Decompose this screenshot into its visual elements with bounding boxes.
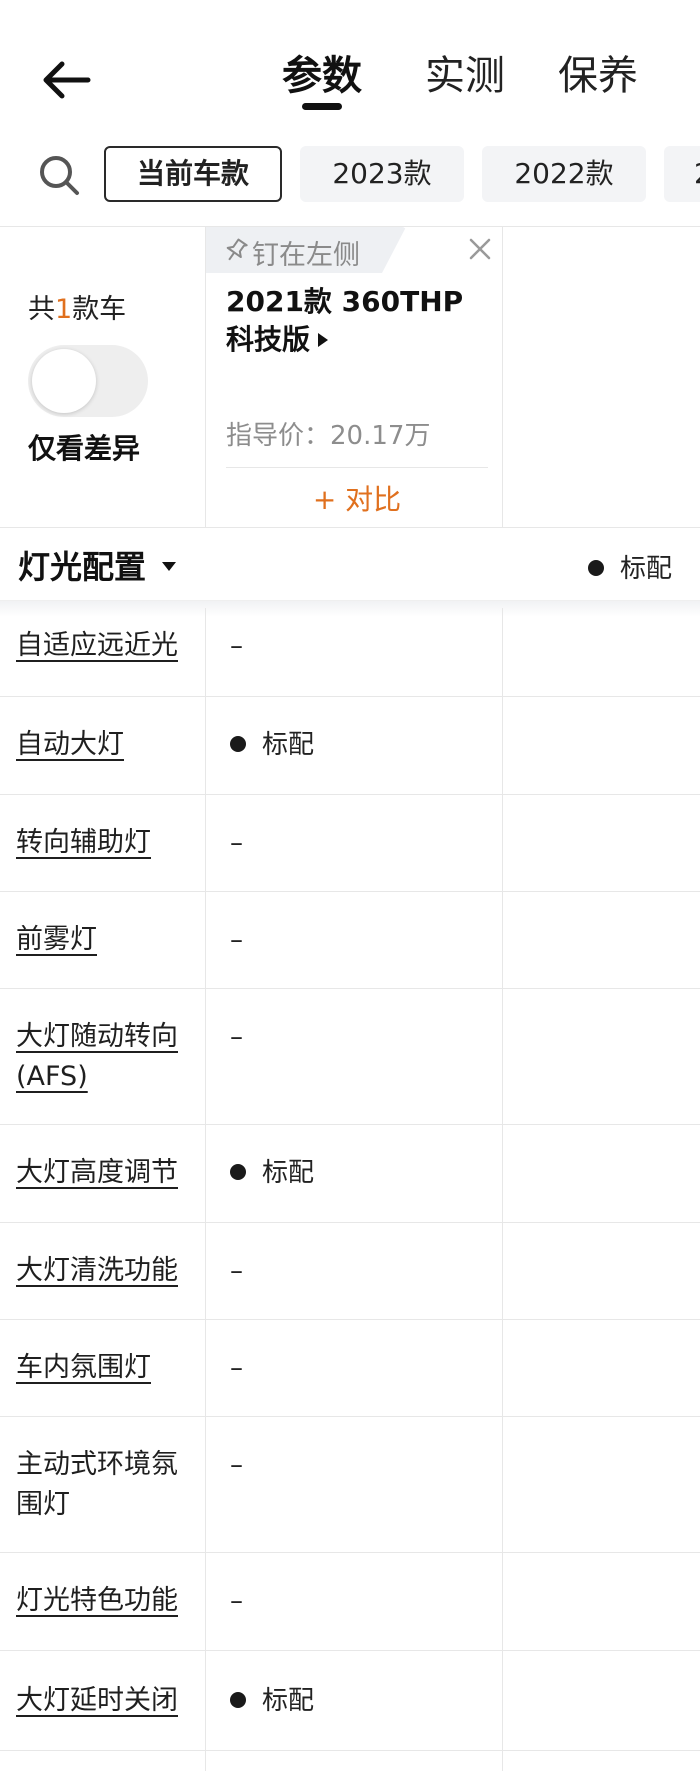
standard-dot-icon [230, 736, 246, 752]
spec-name[interactable]: 自动大灯 [16, 725, 191, 765]
chip-2022[interactable]: 2022款 [482, 146, 646, 202]
chip-partial[interactable]: 2 [664, 146, 700, 202]
spec-name[interactable]: 大灯清洗功能 [16, 1251, 191, 1291]
spec-value: – [230, 1586, 243, 1616]
car-model-name[interactable]: 2021款 360THP 科技版 [226, 283, 488, 359]
car-header: 共1款车 仅看差异 钉在左侧 2021款 360THP 科技版 指导价：20.1… [0, 227, 700, 528]
tab-measured[interactable]: 实测 [425, 48, 505, 104]
spec-value: – [230, 1450, 243, 1480]
spec-name[interactable]: 车内氛围灯 [16, 1348, 191, 1388]
top-nav: 参数 实测 保养 [0, 0, 700, 140]
spec-value: 标配 [230, 1681, 314, 1721]
spec-value: 标配 [230, 1153, 314, 1193]
table-row: 转向辅助灯 – [0, 795, 700, 892]
table-row: 大灯清洗功能 – [0, 1223, 700, 1320]
toggle-knob [32, 349, 96, 413]
year-filter-bar: 当前车款 2023款 2022款 2 [0, 140, 700, 227]
standard-dot-icon [230, 1692, 246, 1708]
pin-left-button[interactable]: 钉在左侧 [206, 227, 406, 273]
section-title[interactable]: 灯光配置 [18, 542, 146, 588]
diff-only-toggle[interactable] [28, 345, 148, 417]
chip-current-model[interactable]: 当前车款 [104, 146, 282, 202]
table-row: 自适应远近光 – [0, 608, 700, 697]
spec-table: 自适应远近光 – 自动大灯 标配 转向辅助灯 – 前雾灯 – 大灯随动转向(AF… [0, 608, 700, 1771]
spec-value: – [230, 925, 243, 955]
spec-value: – [230, 828, 243, 858]
spec-name[interactable]: 灯光特色功能 [16, 1581, 191, 1621]
spec-value: – [230, 1022, 243, 1052]
legend-standard: 标配 [587, 548, 672, 585]
spec-value: 标配 [230, 725, 314, 765]
table-row: 车内氛围灯 – [0, 1320, 700, 1417]
table-row: 大灯随动转向(AFS) – [0, 989, 700, 1125]
spec-value: – [230, 1353, 243, 1383]
active-tab-indicator [302, 103, 342, 110]
standard-dot-icon [587, 560, 604, 576]
spec-name: 主动式环境氛围灯 [16, 1449, 178, 1520]
left-control-column: 共1款车 仅看差异 [0, 227, 206, 527]
spec-value: – [230, 1256, 243, 1286]
spec-name[interactable]: 大灯高度调节 [16, 1153, 191, 1193]
standard-dot-icon [230, 1164, 246, 1180]
add-compare-button[interactable]: + 对比 [226, 467, 488, 518]
section-header: 灯光配置 标配 [0, 528, 700, 601]
table-row: 主动式环境氛围灯 – [0, 1417, 700, 1553]
car-count: 共1款车 [28, 294, 127, 325]
spec-name[interactable]: 自适应远近光 [16, 626, 191, 666]
close-icon[interactable] [468, 237, 492, 261]
table-row: 大灯高度调节 标配 [0, 1125, 700, 1223]
table-row-partial [0, 1751, 700, 1771]
search-icon[interactable] [38, 154, 80, 196]
pin-left-label: 钉在左侧 [252, 240, 360, 271]
tab-params[interactable]: 参数 [282, 48, 362, 104]
car-column: 钉在左侧 2021款 360THP 科技版 指导价：20.17万 + 对比 [206, 227, 503, 527]
table-row: 大灯延时关闭 标配 [0, 1651, 700, 1751]
caret-down-icon[interactable] [162, 562, 176, 571]
chip-2023[interactable]: 2023款 [300, 146, 464, 202]
pin-icon [226, 238, 248, 261]
spec-name[interactable]: 前雾灯 [16, 920, 191, 960]
spec-name[interactable]: 大灯随动转向(AFS) [16, 1017, 191, 1097]
back-arrow-icon[interactable] [38, 58, 94, 102]
spec-name[interactable]: 转向辅助灯 [16, 823, 191, 863]
tab-maintenance[interactable]: 保养 [558, 48, 638, 104]
table-row: 前雾灯 – [0, 892, 700, 989]
spec-name[interactable]: 大灯延时关闭 [16, 1681, 191, 1721]
table-row: 自动大灯 标配 [0, 697, 700, 795]
play-arrow-icon [318, 333, 329, 347]
spec-value: – [230, 631, 243, 661]
diff-only-label: 仅看差异 [28, 432, 141, 465]
guide-price: 指导价：20.17万 [226, 421, 431, 451]
table-row: 灯光特色功能 – [0, 1553, 700, 1651]
